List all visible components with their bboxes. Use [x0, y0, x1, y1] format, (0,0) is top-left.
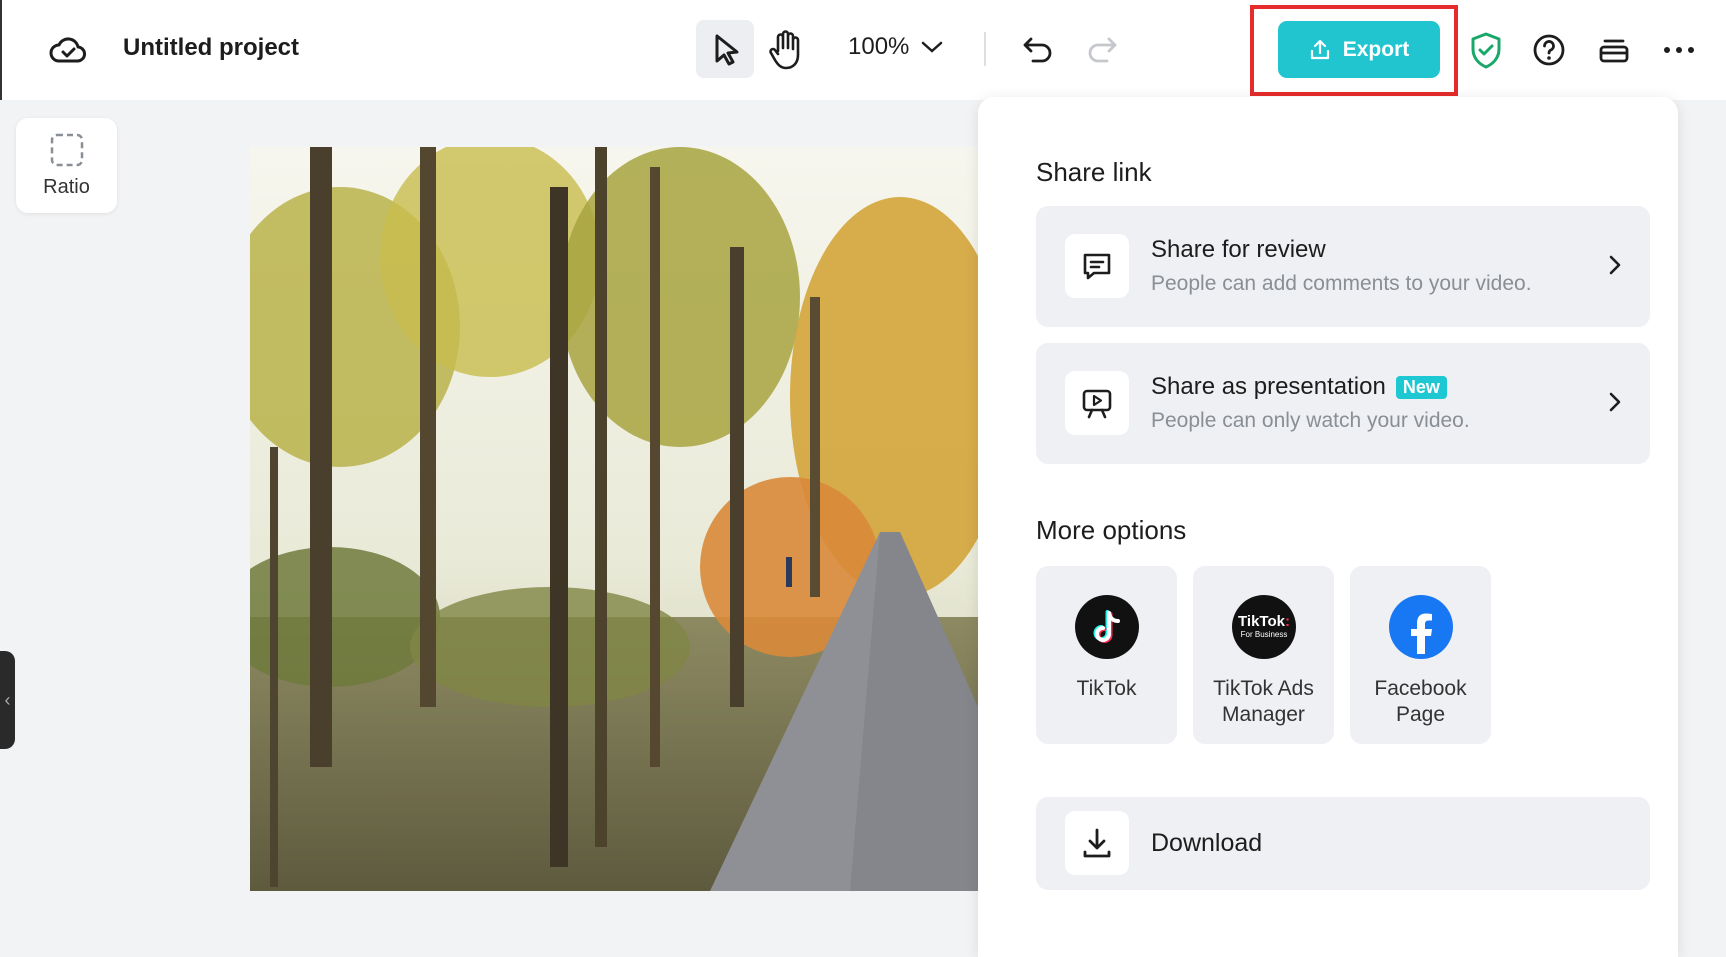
more-options-title: More options [1036, 515, 1187, 545]
hand-icon [769, 30, 800, 70]
facebook-logo-icon [1389, 595, 1453, 659]
tiktok-option[interactable]: TikTok [1036, 566, 1177, 744]
download-option[interactable]: Download [1036, 797, 1650, 890]
comment-icon [1083, 253, 1111, 280]
video-frame-image [250, 147, 978, 891]
new-badge: New [1395, 375, 1447, 399]
pointer-icon [715, 34, 739, 66]
hand-tool-button[interactable] [762, 26, 810, 74]
tiktok-label: TikTok [1076, 677, 1137, 700]
zoom-dropdown[interactable]: 100% [848, 33, 943, 61]
security-shield-button[interactable] [1464, 26, 1508, 74]
ratio-label: Ratio [43, 176, 90, 198]
tiktok-ads-manager-option[interactable]: TikTok: For Business TikTok Ads Manager [1193, 566, 1334, 744]
share-for-review-option[interactable]: Share for review People can add comments… [1036, 206, 1650, 327]
export-label: Export [1342, 37, 1410, 61]
tiktok-logo-icon [1075, 595, 1139, 659]
download-icon-wrap [1065, 811, 1129, 875]
undo-icon [1023, 37, 1052, 63]
project-title[interactable]: Untitled project [123, 34, 299, 62]
share-review-subtitle: People can add comments to your video. [1151, 272, 1532, 295]
layers-button[interactable] [1592, 28, 1636, 72]
facebook-label-line2: Page [1395, 703, 1446, 726]
chevron-right-icon [1608, 254, 1622, 281]
share-presentation-subtitle: People can only watch your video. [1151, 409, 1470, 432]
share-review-title: Share for review [1151, 236, 1326, 263]
download-icon [1083, 828, 1111, 858]
card-icon-wrap [1065, 371, 1129, 435]
chevron-right-icon [1608, 391, 1622, 418]
undo-button[interactable] [1016, 28, 1060, 72]
presentation-icon [1082, 389, 1112, 419]
redo-icon [1088, 37, 1117, 63]
top-toolbar: Untitled project 100% Export [0, 0, 1726, 100]
export-button[interactable]: Export [1278, 21, 1440, 78]
chevron-down-icon [922, 41, 943, 53]
download-label: Download [1151, 829, 1263, 857]
toolbar-divider [984, 32, 986, 66]
share-panel: Share link Share for review People can a… [978, 97, 1678, 957]
card-icon-wrap [1065, 234, 1129, 298]
share-link-title: Share link [1036, 157, 1152, 187]
more-dots-icon [1664, 47, 1694, 53]
help-icon [1533, 34, 1565, 66]
select-tool-button[interactable] [696, 20, 754, 78]
video-canvas[interactable] [250, 147, 978, 891]
tiktok-ads-label-line2: Manager [1222, 703, 1305, 726]
facebook-page-option[interactable]: Facebook Page [1350, 566, 1491, 744]
zoom-level: 100% [848, 33, 910, 60]
help-button[interactable] [1527, 28, 1571, 72]
facebook-label-line1: Facebook [1374, 677, 1467, 700]
share-as-presentation-option[interactable]: Share as presentation New People can onl… [1036, 343, 1650, 464]
shield-check-icon [1471, 32, 1501, 69]
upload-icon [1310, 39, 1329, 59]
share-presentation-title: Share as presentation [1151, 373, 1386, 400]
redo-button[interactable] [1080, 28, 1124, 72]
cloud-icon[interactable] [46, 30, 90, 70]
tiktok-ads-label-line1: TikTok Ads [1213, 677, 1314, 700]
aspect-ratio-icon [50, 133, 83, 167]
tiktok-business-logo-icon: TikTok: For Business [1232, 595, 1296, 659]
ratio-button[interactable]: Ratio [16, 118, 117, 213]
collapse-panel-tab[interactable]: ‹ [0, 651, 15, 749]
more-options-button[interactable] [1657, 28, 1701, 72]
stack-icon [1599, 39, 1629, 63]
